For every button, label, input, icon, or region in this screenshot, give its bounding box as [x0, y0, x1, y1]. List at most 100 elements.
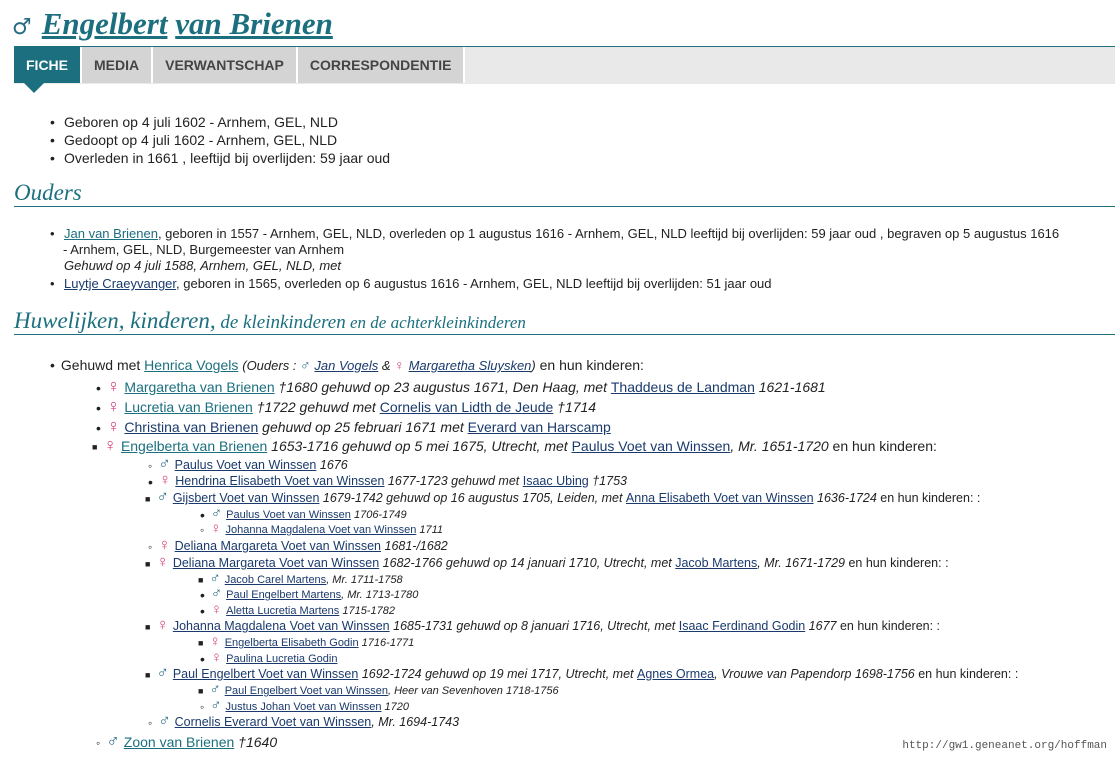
person-dates: , Mr. 1713-1780: [341, 589, 419, 601]
person-link[interactable]: Paul Engelbert Voet van Winssen: [225, 685, 388, 697]
child-item: • ♀ Margaretha van Brienen †1680 gehuwd op…: [96, 376, 826, 397]
last-name-link[interactable]: van Brienen: [175, 6, 333, 41]
female-icon: ♀: [158, 471, 172, 489]
children-suffix: en hun kinderen: :: [845, 556, 949, 570]
person-dates: 1681-/1682: [381, 539, 448, 553]
fact-death: Overleden in 1661 , leeftijd bij overlij…: [50, 150, 390, 168]
list-bullet: ■: [198, 575, 204, 586]
person-dates: 1685-1731 gehuwd op 8 januari 1716, Utre…: [389, 619, 679, 633]
great-grandchild-item: ◦ ♀ Johanna Magdalena Voet van Winssen 171…: [200, 520, 443, 537]
children-suffix: en hun kinderen:: [828, 438, 937, 454]
person-dates: †1722 gehuwd met: [252, 399, 380, 415]
spouse-link[interactable]: Thaddeus de Landman: [611, 379, 755, 395]
tab-fiche[interactable]: FICHE: [14, 47, 82, 93]
list-bullet: ■: [92, 442, 98, 453]
female-icon: ♀: [209, 633, 221, 650]
person-dates: †1680 gehuwd op 23 augustus 1671, Den Ha…: [274, 379, 611, 395]
person-link[interactable]: Gijsbert Voet van Winssen: [173, 491, 320, 505]
list-bullet: •: [96, 420, 101, 437]
facts-list: Geboren op 4 juli 1602 - Arnhem, GEL, NL…: [50, 114, 390, 168]
list-bullet: ■: [145, 493, 151, 504]
female-icon: ♀: [156, 553, 169, 571]
person-link[interactable]: Lucretia van Brienen: [124, 399, 252, 415]
spouse-link[interactable]: Anna Elisabeth Voet van Winssen: [626, 491, 814, 505]
female-icon: ♀: [103, 435, 117, 455]
person-link[interactable]: Engelberta van Brienen: [121, 438, 267, 454]
spouse-link[interactable]: Agnes Ormea: [637, 667, 714, 681]
spouse-dates: , Vrouwe van Papendorp 1698-1756: [714, 667, 915, 681]
person-dates: †1640: [234, 734, 278, 750]
fact-birth: Geboren op 4 juli 1602 - Arnhem, GEL, NL…: [50, 114, 390, 132]
page-title[interactable]: Engelbert van Brienen: [42, 6, 333, 42]
spouse-father-link[interactable]: Jan Vogels: [314, 358, 378, 373]
mother-entry: • Luytje Craeyvanger, geboren in 1565, o…: [50, 276, 772, 291]
person-link[interactable]: Paulus Voet van Winssen: [175, 458, 317, 472]
tab-media[interactable]: MEDIA: [82, 47, 154, 83]
person-link[interactable]: Paul Engelbert Martens: [226, 589, 341, 601]
male-icon: ♂: [156, 664, 169, 682]
spouse-link[interactable]: Isaac Ferdinand Godin: [679, 619, 805, 633]
parents-list: • Jan van Brienen, geboren in 1557 - Arn…: [50, 226, 1114, 292]
child-item: • ♀ Christina van Brienen gehuwd op 25 feb…: [96, 416, 611, 437]
tab-bar: FICHE MEDIA VERWANTSCHAP CORRESPONDENTIE: [14, 46, 1115, 93]
list-bullet: ◦: [96, 736, 101, 751]
children-suffix: en hun kinderen: :: [876, 491, 981, 505]
spouse-dates: 1677: [805, 619, 837, 633]
spouse-dates: , Mr. 1651-1720: [730, 438, 829, 454]
spouse-link[interactable]: Cornelis van Lidth de Jeude: [380, 399, 554, 415]
person-dates: 1677-1723 gehuwd met: [384, 474, 523, 488]
tab-correspondentie[interactable]: CORRESPONDENTIE: [297, 47, 466, 83]
list-bullet: ◦: [148, 715, 153, 730]
spouse-dates: †1753: [588, 474, 627, 488]
spouse-mother-link[interactable]: Margaretha Sluysken: [409, 358, 532, 373]
person-link[interactable]: Johanna Magdalena Voet van Winssen: [226, 524, 417, 536]
person-link[interactable]: Deliana Margareta Voet van Winssen: [175, 539, 381, 553]
list-bullet: ■: [145, 621, 151, 632]
list-bullet: ■: [198, 686, 204, 697]
person-link[interactable]: Johanna Magdalena Voet van Winssen: [173, 619, 390, 633]
page-header: ♂ Engelbert van Brienen: [12, 6, 333, 42]
spouse-link[interactable]: Paulus Voet van Winssen: [572, 438, 731, 454]
person-dates: 1682-1766 gehuwd op 14 januari 1710, Utr…: [379, 556, 676, 570]
person-link[interactable]: Cornelis Everard Voet van Winssen: [175, 715, 372, 729]
child-item: ■ ♀ Engelberta van Brienen 1653-1716 gehuw…: [92, 435, 937, 456]
person-link[interactable]: Christina van Brienen: [124, 419, 258, 435]
children-suffix: en hun kinderen: :: [914, 667, 1019, 681]
person-link[interactable]: Deliana Margareta Voet van Winssen: [173, 556, 379, 570]
mother-link[interactable]: Luytje Craeyvanger: [64, 276, 176, 291]
spouse-dates: 1621-1681: [754, 379, 826, 395]
married-line: Gehuwd op 4 juli 1588, Arnhem, GEL, NLD,…: [64, 258, 341, 273]
spouse-link[interactable]: Henrica Vogels: [144, 357, 238, 373]
person-link[interactable]: Margaretha van Brienen: [124, 379, 274, 395]
children-suffix: en hun kinderen: :: [836, 619, 941, 633]
father-entry: • Jan van Brienen, geboren in 1557 - Arn…: [50, 226, 1060, 241]
section-marriages-title: Huwelijken, kinderen, de kleinkinderen e…: [14, 308, 1115, 335]
spouse-link[interactable]: Everard van Harscamp: [468, 419, 611, 435]
spouse-entry: • Gehuwd met Henrica Vogels (Ouders : ♂ J…: [50, 357, 644, 373]
father-entry-cont: - Arnhem, GEL, NLD, Burgemeester van Arn…: [63, 242, 345, 257]
male-icon: ♂: [158, 712, 171, 730]
person-dates: 1676: [316, 458, 348, 472]
tab-verwantschap[interactable]: VERWANTSCHAP: [153, 47, 298, 83]
spouse-link[interactable]: Jacob Martens: [675, 556, 757, 570]
person-link[interactable]: Paul Engelbert Voet van Winssen: [173, 667, 359, 681]
list-bullet: ◦: [148, 539, 153, 554]
person-dates: 1653-1716 gehuwd op 5 mei 1675, Utrecht,…: [267, 438, 572, 454]
person-link[interactable]: Zoon van Brienen: [124, 734, 235, 750]
person-dates: 1711: [416, 524, 444, 536]
person-dates: 1692-1724 gehuwd op 19 mei 1717, Utrecht…: [358, 667, 637, 681]
first-name-link[interactable]: Engelbert: [42, 6, 168, 41]
list-bullet: ■: [198, 638, 204, 649]
list-bullet: ■: [145, 669, 151, 680]
father-link[interactable]: Jan van Brienen: [64, 226, 158, 241]
person-link[interactable]: Hendrina Elisabeth Voet van Winssen: [175, 474, 384, 488]
spouse-link[interactable]: Isaac Ubing: [523, 474, 589, 488]
female-icon: ♀: [106, 376, 121, 396]
section-parents-title: Ouders: [14, 180, 1115, 207]
male-icon: ♂: [210, 585, 223, 602]
female-icon: ♀: [106, 396, 121, 416]
list-bullet: ■: [145, 558, 151, 569]
footer-url: http://gw1.geneanet.org/hoffman: [902, 740, 1107, 752]
female-icon: ♀: [106, 416, 121, 436]
person-link[interactable]: Engelberta Elisabeth Godin: [225, 637, 359, 649]
